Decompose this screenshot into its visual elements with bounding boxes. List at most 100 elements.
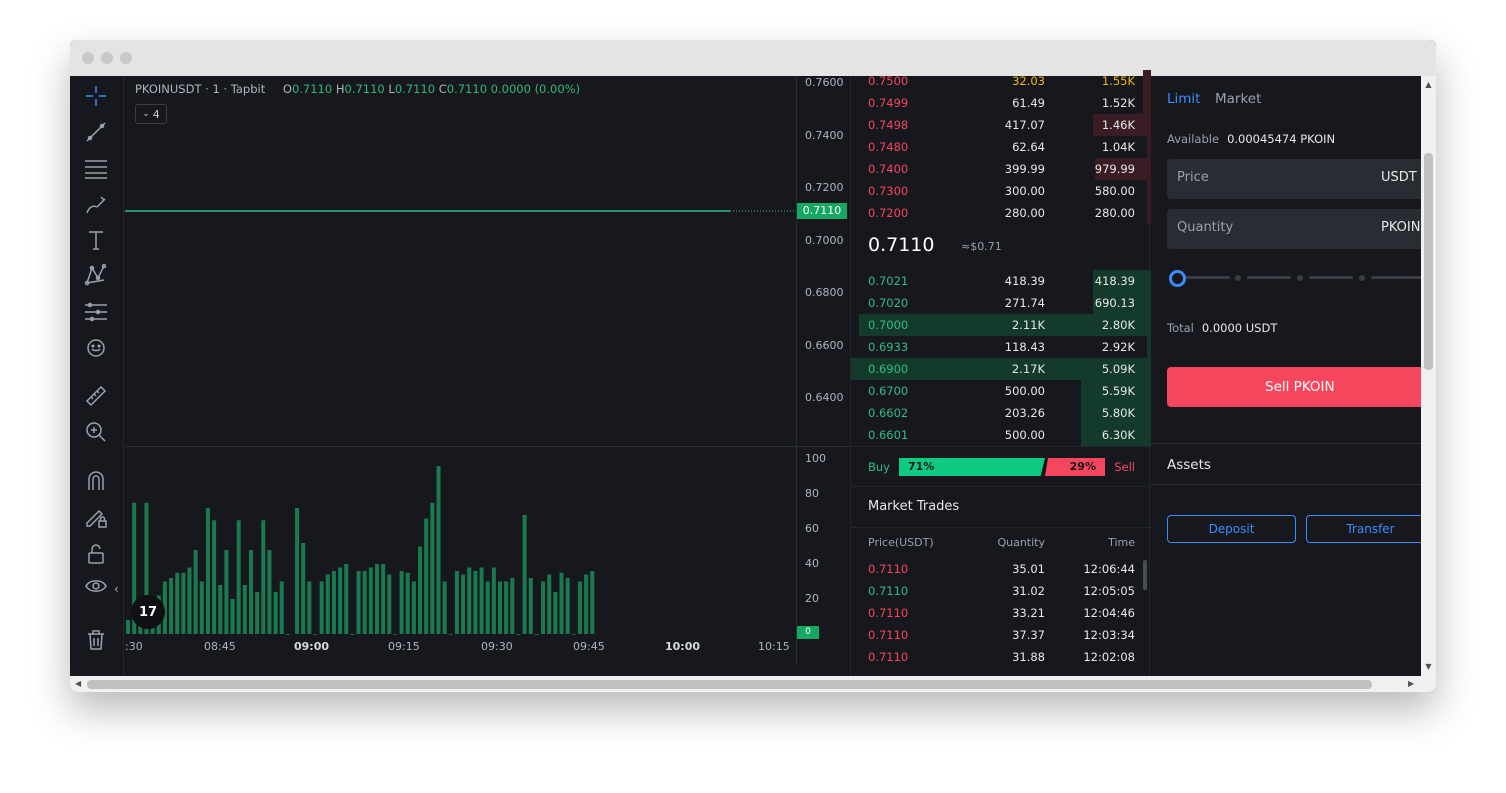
volume-bar [273, 592, 278, 634]
price-axis-label: 0.7400 [805, 129, 844, 142]
horizontal-lines-icon[interactable] [83, 155, 109, 181]
volume-bar [338, 567, 343, 634]
order-book-row[interactable]: 0.6601 500.00 6.30K [851, 424, 1151, 446]
time-axis-label: 09:30 [481, 640, 513, 653]
tab-limit[interactable]: Limit [1167, 91, 1200, 107]
emoji-icon[interactable] [83, 335, 109, 361]
horizontal-scroll-thumb[interactable] [87, 680, 1372, 689]
trade-time: 12:06:44 [1083, 562, 1135, 576]
volume-bar [181, 572, 186, 634]
order-book-row[interactable]: 0.6602 203.26 5.80K [851, 402, 1151, 424]
slider-step-75[interactable] [1357, 273, 1367, 283]
trade-row: 0.7110 35.01 12:06:44 [851, 562, 1151, 584]
scroll-up-icon[interactable]: ▲ [1421, 80, 1436, 89]
window-maximize-dot[interactable] [120, 52, 132, 64]
deposit-button[interactable]: Deposit [1167, 515, 1296, 543]
volume-bar [236, 520, 241, 634]
last-price-tag: 0.7110 [797, 203, 847, 219]
horizontal-scrollbar[interactable]: ◀ ▶ [70, 676, 1436, 692]
order-book-row[interactable]: 0.7400 399.99 979.99 [851, 158, 1151, 180]
unlock-icon[interactable] [83, 541, 109, 567]
book-price: 0.7020 [868, 296, 909, 310]
scroll-left-icon[interactable]: ◀ [75, 679, 81, 688]
volume-bar [485, 581, 490, 634]
trend-line-icon[interactable] [83, 119, 109, 145]
vertical-scrollbar[interactable]: ▲ ▼ [1421, 76, 1436, 676]
book-quantity: 61.49 [1012, 96, 1045, 110]
book-total: 1.52K [1101, 96, 1135, 110]
pattern-icon[interactable] [83, 262, 109, 288]
quantity-input[interactable]: Quantity PKOIN [1167, 209, 1421, 249]
book-quantity: 300.00 [1004, 184, 1045, 198]
buy-label: Buy [868, 460, 890, 474]
magnet-icon[interactable] [83, 468, 109, 494]
volume-axis-label: 100 [805, 452, 826, 465]
vertical-scroll-thumb[interactable] [1424, 153, 1433, 370]
order-book-row[interactable]: 0.6700 500.00 5.59K [851, 380, 1151, 402]
order-book-row[interactable]: 0.6933 118.43 2.92K [851, 336, 1151, 358]
slider-thumb[interactable] [1169, 270, 1186, 287]
forecast-icon[interactable] [83, 299, 109, 325]
book-total: 280.00 [1094, 206, 1135, 220]
order-book-row[interactable]: 0.7498 417.07 1.46K [851, 114, 1151, 136]
book-quantity: 32.03 [1012, 74, 1045, 88]
order-book-row[interactable]: 0.7200 280.00 280.00 [851, 202, 1151, 224]
order-book-row[interactable]: 0.7020 271.74 690.13 [851, 292, 1151, 314]
order-book-row[interactable]: 0.7021 418.39 418.39 [851, 270, 1151, 292]
order-book-row[interactable]: 0.7500 32.03 1.55K [851, 70, 1151, 92]
volume-bar [187, 567, 192, 634]
tradingview-logo[interactable]: 17 [131, 595, 165, 629]
order-total: Total 0.0000 USDT [1167, 321, 1277, 335]
eye-icon[interactable] [83, 573, 109, 599]
order-book-row[interactable]: 0.6900 2.17K 5.09K [851, 358, 1151, 380]
trash-icon[interactable] [83, 627, 109, 653]
zoom-in-icon[interactable] [83, 419, 109, 445]
crosshair-icon[interactable] [83, 83, 109, 109]
order-book-row[interactable]: 0.7000 2.11K 2.80K [851, 314, 1151, 336]
lock-drawing-icon[interactable] [83, 504, 109, 530]
price-chart[interactable]: PKOINUSDT · 1 · Tapbit O0.7110 H0.7110 L… [125, 76, 795, 664]
order-book-row[interactable]: 0.7480 62.64 1.04K [851, 136, 1151, 158]
trade-time: 12:04:46 [1083, 606, 1135, 620]
volume-bars [126, 466, 595, 635]
ruler-icon[interactable] [83, 383, 109, 409]
time-axis[interactable]: :30 08:45 09:00 09:15 09:30 09:45 10:00 10:15 [125, 634, 796, 664]
window-minimize-dot[interactable] [101, 52, 113, 64]
trades-scrollbar[interactable] [1143, 560, 1147, 590]
window-close-dot[interactable] [82, 52, 94, 64]
volume-bar [399, 571, 404, 634]
volume-bar [331, 571, 336, 634]
volume-bar [301, 543, 306, 634]
scroll-down-icon[interactable]: ▼ [1421, 662, 1436, 671]
slider-step-25[interactable] [1233, 273, 1243, 283]
trades-header-price: Price(USDT) [868, 536, 934, 549]
slider-step-50[interactable] [1295, 273, 1305, 283]
transfer-button[interactable]: Transfer [1306, 515, 1421, 543]
pane-divider[interactable] [125, 446, 850, 447]
time-axis-label: 09:15 [388, 640, 420, 653]
sell-ratio-bar: 29% [1045, 458, 1105, 476]
collapse-toolbar-icon[interactable]: ‹ [114, 582, 119, 596]
mid-price-usd: ≈$0.71 [961, 240, 1002, 253]
volume-bar [436, 466, 441, 634]
brush-icon[interactable] [83, 192, 109, 218]
sell-button[interactable]: Sell PKOIN [1167, 367, 1421, 407]
scroll-right-icon[interactable]: ▶ [1408, 679, 1414, 688]
quantity-slider[interactable] [1167, 269, 1421, 287]
price-input[interactable]: Price USDT [1167, 159, 1421, 199]
volume-bar [344, 564, 349, 634]
order-book-row[interactable]: 0.7300 300.00 580.00 [851, 180, 1151, 202]
volume-bar [541, 581, 546, 634]
volume-bar [442, 581, 447, 634]
volume-bar [193, 550, 198, 634]
price-axis[interactable]: 0.7110 0 0.7600 0.7400 0.7200 0.7000 0.6800 0… [796, 76, 850, 664]
market-trades-title: Market Trades [868, 499, 960, 514]
tab-market[interactable]: Market [1215, 91, 1261, 107]
text-tool-icon[interactable] [83, 227, 109, 253]
volume-axis-label: 40 [805, 557, 819, 570]
volume-bar [325, 574, 330, 634]
order-book-row[interactable]: 0.7499 61.49 1.52K [851, 92, 1151, 114]
volume-bar [218, 585, 223, 634]
volume-bar [375, 564, 379, 634]
buy-ratio-bar: 71% [899, 458, 1045, 476]
